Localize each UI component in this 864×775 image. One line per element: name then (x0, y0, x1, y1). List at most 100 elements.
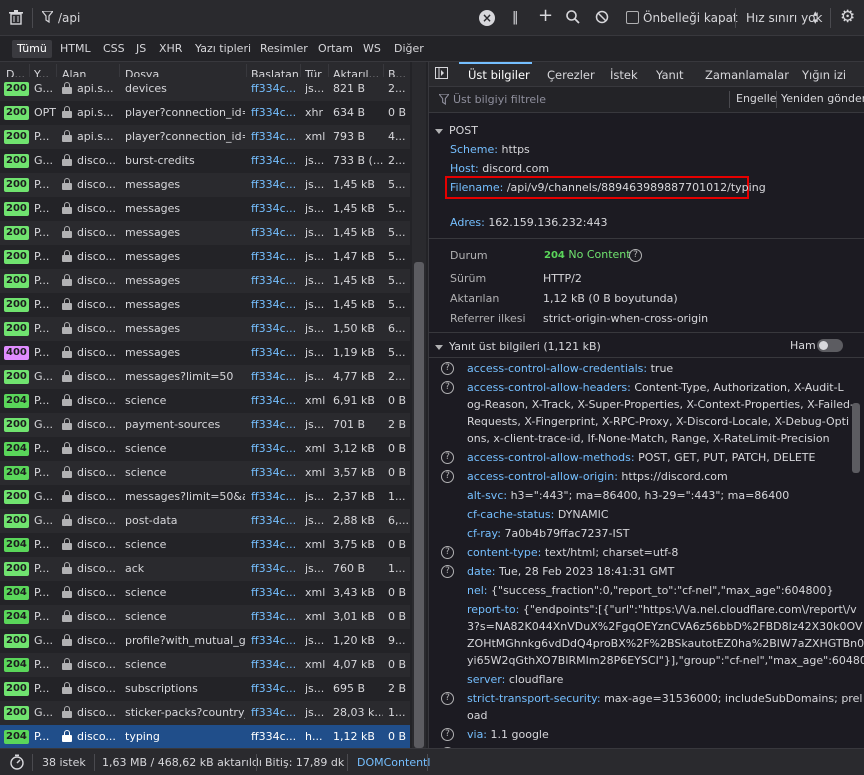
file-cell: payment-sources (125, 418, 221, 431)
throttle-select[interactable]: Hız sınırı yok (746, 11, 822, 25)
type-filter-ws[interactable]: WS (358, 40, 386, 58)
table-row[interactable]: 200 P... disco... messages ff334c... js... 1,4… (0, 269, 410, 293)
block-icon[interactable] (595, 10, 609, 28)
transferred-cell: 1,45 kB (333, 202, 375, 215)
details-scrollbar[interactable] (849, 113, 863, 748)
table-row[interactable]: 204 P... disco... science ff334c... xml 3,57 k… (0, 461, 410, 485)
size-cell: 0 B (388, 730, 407, 743)
tab-headers[interactable]: Üst bilgiler (468, 68, 530, 82)
raw-toggle[interactable] (817, 339, 843, 352)
help-icon[interactable]: ? (441, 565, 454, 578)
table-row[interactable]: 200 P... disco... ack ff334c... js... 760 B 1..… (0, 557, 410, 581)
add-icon[interactable]: + (538, 7, 553, 25)
details-scrollbar-thumb[interactable] (852, 403, 860, 473)
gear-icon[interactable]: ⚙ (840, 9, 855, 26)
transferred-cell: 733 B (... (333, 154, 383, 167)
clear-filter-icon[interactable]: × (479, 10, 495, 26)
table-row[interactable]: 204 P... disco... science ff334c... xml 3,43 k… (0, 581, 410, 605)
table-row[interactable]: 200 OPT api.s... player?connection_id=\ ff33… (0, 101, 410, 125)
table-row[interactable]: 204 P... disco... science ff334c... xml 4,07 k… (0, 653, 410, 677)
transferred-label: Aktarılan (450, 292, 500, 305)
table-row[interactable]: 400 P... disco... messages ff334c... js... 1,1… (0, 341, 410, 365)
pause-icon[interactable]: ‖ (512, 10, 519, 26)
help-icon[interactable]: ? (441, 692, 454, 705)
tab-response[interactable]: Yanıt (656, 68, 683, 82)
table-row[interactable]: 200 G... api.s... devices ff334c... js... 821 … (0, 77, 410, 101)
table-row[interactable]: 200 G... disco... burst-credits ff334c... js.… (0, 149, 410, 173)
header-filter-input[interactable]: Üst bilgiyi filtrele (453, 93, 546, 106)
table-row[interactable]: 200 P... disco... messages ff334c... js... 1,4… (0, 293, 410, 317)
table-row[interactable]: 200 G... disco... messages?limit=50 ff334c..… (0, 365, 410, 389)
transferred-cell: 1,47 kB (333, 250, 375, 263)
table-row[interactable]: 200 P... disco... messages ff334c... js... 1,4… (0, 245, 410, 269)
file-cell: burst-credits (125, 154, 195, 167)
table-row[interactable]: 200 G... disco... messages?limit=50&arc ff33… (0, 485, 410, 509)
stopwatch-icon[interactable] (9, 754, 25, 773)
help-icon[interactable]: ? (441, 546, 454, 559)
table-row[interactable]: 200 P... disco... messages ff334c... js... 1,5… (0, 317, 410, 341)
resend-button[interactable]: Yeniden gönder (781, 92, 864, 105)
help-icon[interactable]: ? (629, 249, 642, 262)
request-table-scrollbar[interactable] (412, 62, 426, 748)
tab-cookies[interactable]: Çerezler (547, 68, 595, 82)
block-button[interactable]: Engelle (736, 92, 777, 105)
table-row[interactable]: 200 P... api.s... player?connection_id=\ ff3… (0, 125, 410, 149)
type-cell: xhr (305, 106, 324, 119)
table-row[interactable]: 200 P... disco... messages ff334c... js... 1,4… (0, 173, 410, 197)
help-icon[interactable]: ? (441, 381, 454, 394)
type-filter-fonts[interactable]: Yazı tipleri (190, 40, 256, 58)
type-filter-other[interactable]: Diğer (389, 40, 429, 58)
scrollbar-thumb[interactable] (414, 262, 424, 748)
tab-timings[interactable]: Zamanlamalar (705, 68, 789, 82)
table-row[interactable]: 204 P... disco... science ff334c... xml 3,75 k… (0, 533, 410, 557)
type-filter-all[interactable]: Tümü (12, 40, 52, 58)
scheme-key: Scheme: (450, 143, 498, 156)
table-row[interactable]: 200 G... disco... sticker-packs?country_c ff… (0, 701, 410, 725)
help-icon[interactable]: ? (441, 451, 454, 464)
type-filter-xhr[interactable]: XHR (154, 40, 187, 58)
help-icon[interactable]: ? (441, 470, 454, 483)
type-filter-html[interactable]: HTML (55, 40, 96, 58)
transferred-cell: 3,01 kB (333, 610, 375, 623)
help-icon[interactable]: ? (441, 362, 454, 375)
table-row[interactable]: 200 G... disco... profile?with_mutual_gu ff3… (0, 629, 410, 653)
url-filter-input[interactable]: /api (58, 11, 80, 25)
type-filter-css[interactable]: CSS (98, 40, 130, 58)
search-icon[interactable] (566, 10, 580, 28)
table-row[interactable]: 200 G... disco... post-data ff334c... js... 2,… (0, 509, 410, 533)
type-cell: xml (305, 538, 326, 551)
post-section-toggle[interactable]: POST (435, 124, 478, 137)
type-filter-images[interactable]: Resimler (255, 40, 313, 58)
help-icon[interactable]: ? (441, 728, 454, 741)
size-cell: 0 B (388, 106, 407, 119)
disable-cache-checkbox[interactable] (626, 11, 639, 24)
transferred-cell: 793 B (333, 130, 366, 143)
devtools-toolbar: /api × ‖ + Önbelleği kapat Hız sınırı yo… (0, 0, 864, 36)
tab-request[interactable]: İstek (610, 68, 638, 82)
table-row[interactable]: 204 P... disco... science ff334c... xml 6,91 k… (0, 389, 410, 413)
transferred-summary: 1,63 MB / 468,62 kB aktarıldı (102, 756, 262, 769)
response-headers-toggle[interactable]: Yanıt üst bilgileri (1,121 kB) (435, 340, 601, 353)
table-row[interactable]: 204 P... disco... typing ff334c... h... 1,12 k… (0, 725, 410, 748)
response-header: strict-transport-security: max-age=31536… (467, 692, 863, 705)
table-row[interactable]: 200 P... disco... messages ff334c... js... 1,4… (0, 221, 410, 245)
initiator-cell: ff334c... (251, 442, 297, 455)
table-row[interactable]: 200 G... disco... payment-sources ff334c... j… (0, 413, 410, 437)
table-row[interactable]: 200 P... disco... messages ff334c... js... 1,4… (0, 197, 410, 221)
initiator-cell: ff334c... (251, 346, 297, 359)
table-row[interactable]: 204 P... disco... science ff334c... xml 3,12 k… (0, 437, 410, 461)
response-header: nel: {"success_fraction":0,"report_to":"… (467, 584, 834, 597)
tab-stack-trace[interactable]: Yığın izi (802, 68, 846, 82)
table-row[interactable]: 204 P... disco... science ff334c... xml 3,01 k… (0, 605, 410, 629)
type-filter-js[interactable]: JS (131, 40, 151, 58)
type-filter-media[interactable]: Ortam (313, 40, 358, 58)
initiator-cell: ff334c... (251, 562, 297, 575)
trash-icon[interactable] (9, 10, 23, 29)
method-cell: G... (34, 370, 54, 383)
initiator-cell: ff334c... (251, 178, 297, 191)
initiator-cell: ff334c... (251, 514, 297, 527)
method-cell: G... (34, 154, 54, 167)
table-row[interactable]: 200 P... disco... subscriptions ff334c... js.… (0, 677, 410, 701)
response-header: report-to: {"endpoints":[{"url":"https:\… (467, 603, 857, 616)
toggle-sidebar-icon[interactable] (435, 67, 448, 82)
